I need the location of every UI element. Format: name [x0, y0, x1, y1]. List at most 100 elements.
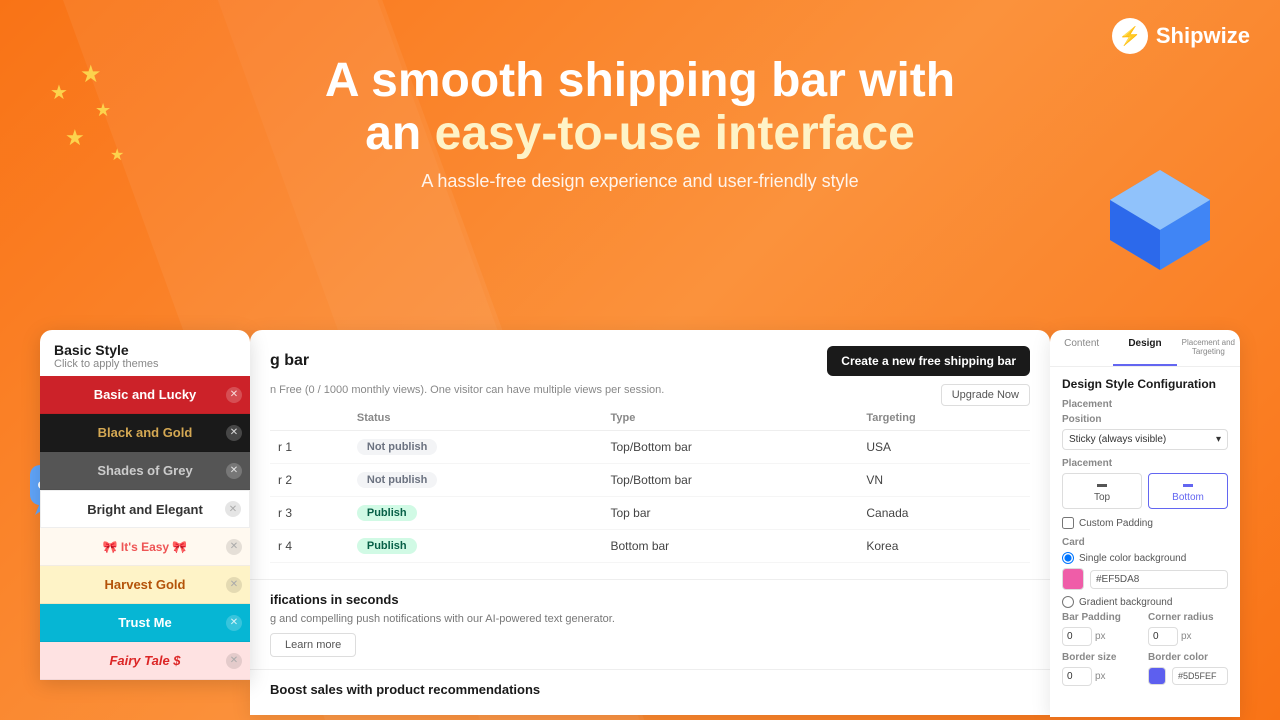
chevron-down-icon: ▾	[1216, 434, 1221, 445]
placement-sub-label: Placement	[1062, 458, 1228, 469]
border-size-unit: px	[1095, 671, 1106, 682]
bar-padding-label: Bar Padding	[1062, 612, 1142, 623]
notifications-text: g and compelling push notifications with…	[270, 613, 1030, 625]
design-panel: Content Design Placement and Targeting D…	[1050, 330, 1240, 717]
theme-label: Fairy Tale $	[109, 653, 180, 668]
table-row[interactable]: r 4 Publish Bottom bar Korea	[270, 530, 1030, 563]
border-size-input-row: px	[1062, 667, 1142, 686]
color-swatch[interactable]	[1062, 568, 1084, 590]
close-icon[interactable]: ✕	[226, 463, 242, 479]
top-icon: ▬	[1097, 479, 1107, 490]
close-icon[interactable]: ✕	[226, 387, 242, 403]
design-body: Design Style Configuration Placement Pos…	[1050, 367, 1240, 707]
theme-shades-grey[interactable]: Shades of Grey ✕	[40, 452, 250, 490]
corner-radius-input[interactable]	[1148, 627, 1178, 646]
corner-radius-input-row: px	[1148, 627, 1228, 646]
border-color-value[interactable]: #5D5FEF	[1172, 667, 1228, 685]
border-color-field: Border color #5D5FEF	[1148, 652, 1228, 691]
col-name	[270, 406, 349, 431]
close-icon[interactable]: ✕	[226, 615, 242, 631]
theme-label: Trust Me	[118, 615, 171, 630]
theme-label: Black and Gold	[98, 425, 193, 440]
corner-radius-field: Corner radius px	[1148, 612, 1228, 646]
row-name: r 1	[270, 431, 349, 464]
bar-padding-input-row: px	[1062, 627, 1142, 646]
page-header: A smooth shipping bar with an easy-to-us…	[0, 0, 1280, 192]
bar-padding-input[interactable]	[1062, 627, 1092, 646]
table-row[interactable]: r 1 Not publish Top/Bottom bar USA	[270, 431, 1030, 464]
row-status: Not publish	[349, 431, 603, 464]
close-icon[interactable]: ✕	[225, 501, 241, 517]
theme-fairy-tale[interactable]: Fairy Tale $ ✕	[40, 642, 250, 680]
design-tabs: Content Design Placement and Targeting	[1050, 330, 1240, 367]
row-targeting: Korea	[858, 530, 1030, 563]
border-size-field: Border size px	[1062, 652, 1142, 691]
upgrade-button[interactable]: Upgrade Now	[941, 384, 1030, 406]
logo-text: Shipwize	[1156, 23, 1250, 49]
design-section-title: Design Style Configuration	[1062, 377, 1228, 391]
placement-label: Placement	[1062, 399, 1228, 410]
position-select[interactable]: Sticky (always visible) ▾	[1062, 429, 1228, 450]
color-value[interactable]: #EF5DA8	[1090, 570, 1228, 589]
tab-design[interactable]: Design	[1113, 330, 1176, 366]
close-icon[interactable]: ✕	[226, 653, 242, 669]
single-color-row: Single color background	[1062, 552, 1228, 564]
row-status: Not publish	[349, 464, 603, 497]
border-color-row: #5D5FEF	[1148, 667, 1228, 685]
close-icon[interactable]: ✕	[226, 425, 242, 441]
corner-radius-unit: px	[1181, 631, 1192, 642]
theme-its-easy[interactable]: 🎀 It's Easy 🎀 ✕	[40, 528, 250, 566]
subheadline: A hassle-free design experience and user…	[0, 171, 1280, 192]
tab-content[interactable]: Content	[1050, 330, 1113, 366]
bar-padding-field: Bar Padding px	[1062, 612, 1142, 646]
single-color-radio[interactable]	[1062, 552, 1074, 564]
bottom-icon: ▬	[1183, 479, 1193, 490]
row-status: Publish	[349, 497, 603, 530]
custom-padding-row: Custom Padding	[1062, 517, 1228, 529]
boost-section: Boost sales with product recommendations	[250, 669, 1050, 715]
gradient-radio[interactable]	[1062, 596, 1074, 608]
theme-black-gold[interactable]: Black and Gold ✕	[40, 414, 250, 452]
border-color-swatch[interactable]	[1148, 667, 1166, 685]
col-targeting: Targeting	[858, 406, 1030, 431]
headline: A smooth shipping bar with an easy-to-us…	[0, 55, 1280, 161]
custom-padding-checkbox[interactable]	[1062, 517, 1074, 529]
border-row: Border size px Border color #5D5FEF	[1062, 652, 1228, 691]
row-targeting: VN	[858, 464, 1030, 497]
panel-header: Basic Style Click to apply themes	[40, 330, 250, 376]
dashboard-inner: g bar Create a new free shipping bar n F…	[250, 330, 1050, 579]
theme-trust-me[interactable]: Trust Me ✕	[40, 604, 250, 642]
row-type: Top/Bottom bar	[602, 431, 858, 464]
row-name: r 4	[270, 530, 349, 563]
row-type: Top/Bottom bar	[602, 464, 858, 497]
corner-radius-label: Corner radius	[1148, 612, 1228, 623]
row-status: Publish	[349, 530, 603, 563]
main-dashboard: g bar Create a new free shipping bar n F…	[250, 330, 1050, 715]
dashboard-info: n Free (0 / 1000 monthly views). One vis…	[270, 384, 1030, 396]
close-icon[interactable]: ✕	[226, 539, 242, 555]
row-name: r 2	[270, 464, 349, 497]
theme-harvest-gold[interactable]: Harvest Gold ✕	[40, 566, 250, 604]
close-icon[interactable]: ✕	[226, 577, 242, 593]
learn-more-button[interactable]: Learn more	[270, 633, 356, 657]
logo-icon: ⚡	[1112, 18, 1148, 54]
border-color-label: Border color	[1148, 652, 1228, 663]
table-row[interactable]: r 3 Publish Top bar Canada	[270, 497, 1030, 530]
logo: ⚡ Shipwize	[1112, 18, 1250, 54]
notifications-section: ifications in seconds g and compelling p…	[250, 579, 1050, 669]
table-row[interactable]: r 2 Not publish Top/Bottom bar VN	[270, 464, 1030, 497]
position-label: Position	[1062, 414, 1228, 425]
theme-basic-lucky[interactable]: Basic and Lucky ✕	[40, 376, 250, 414]
bottom-placement-button[interactable]: ▬ Bottom	[1148, 473, 1228, 509]
col-type: Type	[602, 406, 858, 431]
row-name: r 3	[270, 497, 349, 530]
row-targeting: USA	[858, 431, 1030, 464]
theme-label: Basic and Lucky	[94, 387, 197, 402]
theme-label: Harvest Gold	[105, 577, 186, 592]
tab-placement[interactable]: Placement and Targeting	[1177, 330, 1240, 366]
create-shipping-bar-button[interactable]: Create a new free shipping bar	[827, 346, 1030, 376]
border-size-input[interactable]	[1062, 667, 1092, 686]
top-placement-button[interactable]: ▬ Top	[1062, 473, 1142, 509]
row-targeting: Canada	[858, 497, 1030, 530]
theme-bright-elegant[interactable]: Bright and Elegant ✕	[40, 490, 250, 528]
